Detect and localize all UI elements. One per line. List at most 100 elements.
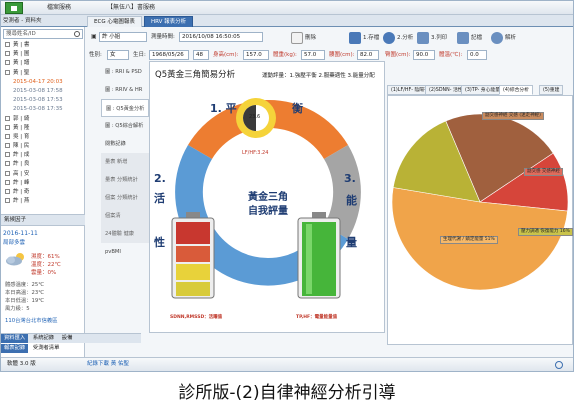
menu-item[interactable]: pvBMI [101,243,149,261]
expand-icon[interactable] [5,170,10,176]
panel-heading: Q5黃金三角簡易分析 [155,70,236,80]
expand-icon[interactable] [5,189,10,194]
energy-label-3: 量 [346,236,357,249]
patient-item[interactable]: 許 | 燕 [3,197,83,206]
patient-item[interactable]: 郭 | 綺 [3,115,83,124]
menu-item[interactable]: 24體驗 健康 [101,225,149,243]
record-date-item[interactable]: 2015-03-08 17:53 [3,96,83,105]
patient-item[interactable]: 吳 | 育 [3,133,83,142]
weather-line: 風力級：5 [5,306,30,312]
patient-label: 黃 | 圖 [13,51,30,58]
delete-icon [291,31,303,44]
expand-icon[interactable] [5,161,10,167]
patient-item[interactable]: 高 | 安 [3,170,83,179]
tab-data-import[interactable]: 資料匯入 [1,334,29,343]
analyze-button[interactable]: 2.分析 [383,31,413,45]
menu-item[interactable]: 圖 : Q5綜合解析 [101,117,149,135]
name-field[interactable]: 許 小姐 [99,32,147,42]
height-field[interactable]: 157.0 [243,50,269,60]
home-icon[interactable] [5,2,23,14]
patient-item[interactable]: 黃 | 書 [3,41,83,50]
tab-hrv[interactable]: HRV 報表分析 [144,16,194,27]
delete-button[interactable]: 刪除 [291,31,316,45]
save-button[interactable]: 1.存檔 [349,31,379,45]
patient-label: 2015-04-17 20:03 [13,78,63,85]
weather-date: 2016-11-11 [3,230,38,237]
expand-icon[interactable] [5,115,10,121]
expand-icon[interactable] [5,198,10,204]
patient-item[interactable]: 許 | 峰 [3,179,83,188]
menu-item[interactable]: 量表 新增 [101,153,149,171]
search-icon[interactable] [74,31,80,37]
patient-item[interactable]: 黃 | 聖 [3,69,83,78]
expand-icon[interactable] [5,69,10,75]
power-icon[interactable] [555,361,563,369]
expand-icon[interactable] [5,124,10,130]
patient-label: 吳 | 育 [13,133,30,140]
record-button[interactable]: 記檔 [457,31,482,45]
sex-field[interactable]: 女 [107,50,129,60]
expand-icon[interactable] [5,143,10,149]
temp-field[interactable]: 0.0 [467,50,487,60]
file-service-button[interactable]: 檔案服務 [41,3,77,13]
analysis-tab[interactable]: (4)綜合分析 [499,85,533,95]
tab-system-log[interactable]: 系統記錄 [30,334,57,343]
measure-time-field[interactable]: 2016/10/08 16:50:05 [179,32,263,42]
birth-field[interactable]: 1968/05/26 [149,50,189,60]
tab-devices[interactable]: 設備 [59,334,76,343]
expand-icon[interactable] [5,152,10,158]
record-icon [457,31,469,44]
hip-field[interactable]: 90.0 [413,50,435,60]
patient-label: 高 | 安 [13,170,30,177]
analyze-icon [383,31,395,44]
weight-field[interactable]: 57.0 [301,50,325,60]
patient-item[interactable]: 黃 | 隆 [3,124,83,133]
patient-label: 2015-03-08 17:58 [13,87,63,94]
menu-item[interactable]: 圖 : RRIV & HR [101,81,149,99]
patient-item[interactable]: 黃 | 譜 [3,59,83,68]
tab-subject-list[interactable]: 受測者清單 [30,344,63,353]
patient-item[interactable]: 許 | 成 [3,151,83,160]
search-placeholder: 搜尋姓名/ID [6,31,36,37]
book-service-button[interactable]: 【無伍八】書服務 [101,3,161,13]
expand-icon[interactable] [5,51,10,57]
search-input[interactable]: 搜尋姓名/ID [3,29,83,39]
menu-item[interactable]: 圖 : RRI & PSD [101,63,149,81]
record-date-item[interactable]: 2015-03-08 17:35 [3,105,83,114]
analysis-tab[interactable]: (5)重建 [539,85,564,95]
expand-icon[interactable] [5,42,10,47]
activity-label: 2. [154,172,166,185]
age-field[interactable]: 48 [193,50,209,60]
menu-item[interactable]: 圖 : Q5黃金分析 [101,99,149,117]
patient-label: 許 | 成 [13,152,30,159]
patient-item[interactable]: 許 | 奇 [3,188,83,197]
record-date-item[interactable]: 2015-04-17 20:03 [3,78,83,87]
print-button[interactable]: 3.列印 [417,31,447,45]
expand-icon[interactable] [5,133,10,139]
menu-item[interactable]: 閱數記錄 [101,135,149,153]
pie-label: 壓力調適 恢復能力 16% [518,228,573,236]
patient-label: 許 | 奇 [13,189,30,195]
help-button[interactable]: 解析 [491,31,516,45]
patient-item[interactable]: 許 | 良 [3,160,83,169]
weather-line: 體感溫度：25℃ [5,282,45,288]
save-label: 1.存檔 [363,35,380,41]
menu-item[interactable]: 個案清 [101,207,149,225]
analysis-tab[interactable]: (3)TP- 身心能量 [461,85,504,95]
patient-item[interactable]: 黃 | 圖 [3,50,83,59]
menu-item[interactable]: 量表 分類統計 [101,171,149,189]
record-label: 記檔 [471,35,483,41]
weather-line: 本日高溫：23℃ [5,290,45,296]
version-text: 軟體 3.0 版 [7,361,36,367]
patient-item[interactable]: 陳 | 民 [3,142,83,151]
tab-report-records[interactable]: 報表記錄 [1,344,29,353]
expand-icon[interactable] [5,60,10,66]
panel-subheading: 運動評量：1.強壓平衡 2.服藥適性 3.能量分配 [262,73,375,79]
expand-icon[interactable] [5,179,10,185]
record-date-item[interactable]: 2015-03-08 17:58 [3,87,83,96]
menu-item[interactable]: 個案 分類統計 [101,189,149,207]
waist-field[interactable]: 82.0 [357,50,379,60]
patient-label: 許 | 燕 [13,198,30,205]
tab-ecg[interactable]: ECG 心電圖報表 [87,16,142,27]
patient-label: 郭 | 綺 [13,115,30,122]
